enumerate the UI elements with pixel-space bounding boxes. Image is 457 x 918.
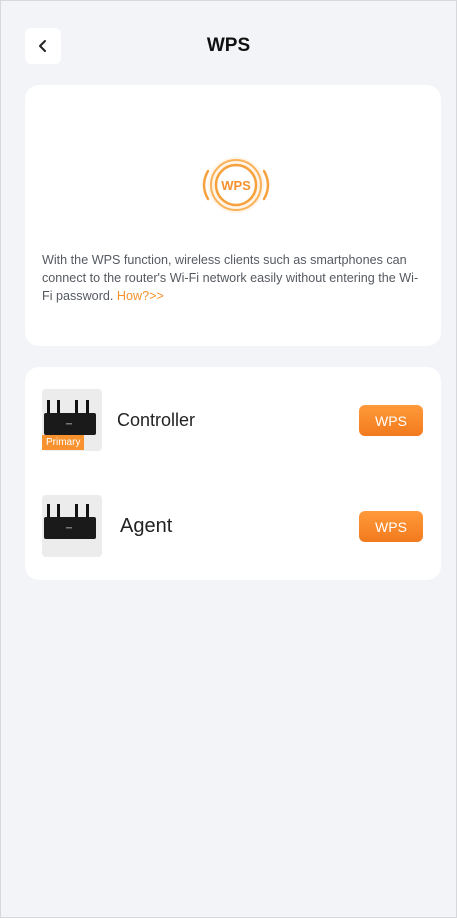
device-row-agent: Agent WPS <box>25 495 441 559</box>
wps-signal-icon: WPS <box>202 157 270 213</box>
primary-badge: Primary <box>42 435 85 450</box>
how-link[interactable]: How?>> <box>117 289 164 303</box>
page-title: WPS <box>206 35 251 56</box>
device-name: Controller <box>117 410 196 430</box>
description-text: With the WPS function, wireless clients … <box>42 253 419 303</box>
wps-icon-label: WPS <box>221 178 251 193</box>
wps-screen: WPS WPS With the WPS function, wireless … <box>0 0 457 918</box>
device-name: Agent <box>120 515 173 537</box>
intro-card: WPS With the WPS function, wireless clie… <box>25 85 441 346</box>
wps-button-controller[interactable]: WPS <box>359 405 423 436</box>
wps-button-agent[interactable]: WPS <box>359 511 423 542</box>
router-icon <box>42 495 102 557</box>
device-row-controller: Primary Controller WPS <box>25 389 441 453</box>
devices-card: Primary Controller WPS Agent WPS <box>25 367 441 580</box>
wps-description: With the WPS function, wireless clients … <box>42 251 427 305</box>
